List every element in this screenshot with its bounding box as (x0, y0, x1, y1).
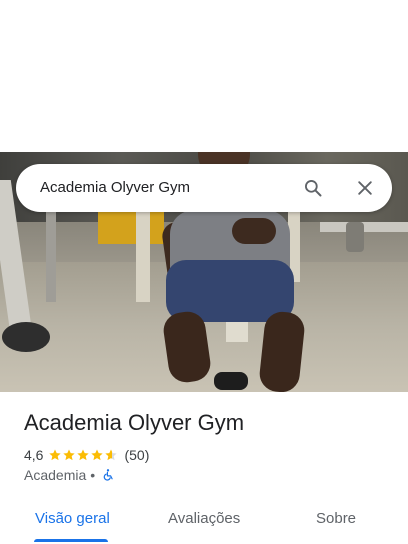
tab-bar: Visão geral Avaliações Sobre (0, 498, 408, 544)
photo-yellow-sign (98, 210, 164, 244)
star-shape (49, 449, 62, 461)
star-shape (105, 449, 118, 461)
star-shape (63, 449, 76, 461)
place-category: Academia (24, 467, 87, 483)
star-shape (77, 449, 90, 461)
photo-rack-bar (320, 222, 408, 232)
tab-selected-indicator (34, 539, 108, 542)
photo-bench-post (136, 212, 150, 302)
star-icon (77, 449, 90, 461)
map-blank-area (0, 0, 408, 152)
tab-reviews[interactable]: Avaliações (168, 510, 240, 527)
star-icon (49, 449, 62, 461)
place-details-sheet: Academia Olyver Gym 4,6 (50) Academia • … (0, 392, 408, 544)
search-icon[interactable] (303, 178, 323, 198)
search-bar[interactable]: Academia Olyver Gym (16, 164, 392, 212)
rating-row[interactable]: 4,6 (50) (24, 446, 149, 464)
photo-weight-plate-right (346, 222, 364, 252)
tab-about[interactable]: Sobre (316, 510, 356, 527)
photo-weight-plate (2, 322, 50, 352)
separator: • (90, 467, 96, 483)
star-shape (91, 449, 104, 461)
star-rating (48, 448, 118, 462)
wheelchair-icon (103, 469, 113, 481)
search-input[interactable]: Academia Olyver Gym (40, 179, 190, 196)
star-icon (91, 449, 104, 461)
photo-person-arm-raised (232, 218, 276, 244)
star-icon (105, 449, 118, 461)
close-icon[interactable] (355, 178, 375, 198)
review-count[interactable]: (50) (124, 447, 149, 463)
category-row: Academia • (24, 466, 115, 484)
rating-value: 4,6 (24, 447, 44, 463)
photo-person-shoe (214, 372, 248, 390)
star-icon (63, 449, 76, 461)
place-title: Academia Olyver Gym (24, 410, 245, 435)
tab-overview[interactable]: Visão geral (35, 510, 110, 527)
